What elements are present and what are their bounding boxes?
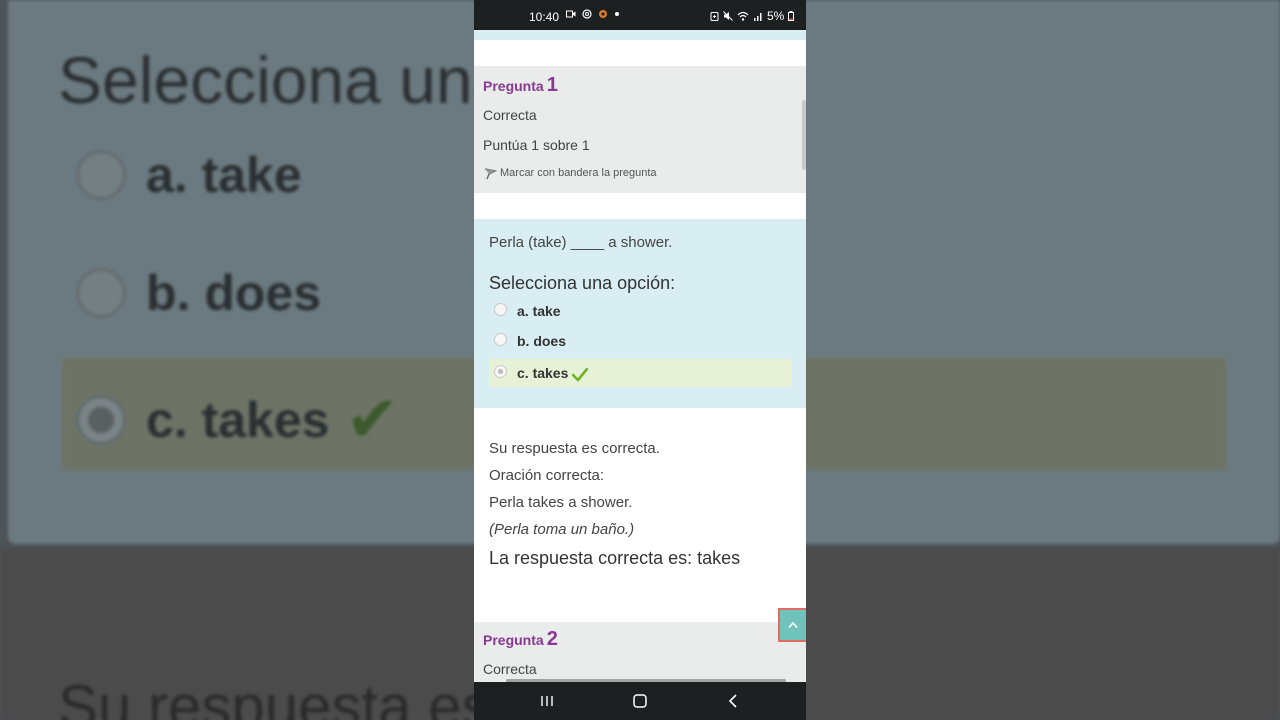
chevron-up-icon (788, 621, 798, 629)
option-label: b. does (517, 333, 567, 349)
flag-question-label: Marcar con bandera la pregunta (500, 167, 657, 179)
correct-answer: La respuesta correcta es: takes (489, 548, 741, 568)
question-status: Correcta (483, 107, 537, 123)
android-navigation-bar (474, 682, 806, 720)
background-radio-icon (76, 268, 126, 318)
battery-icon (788, 11, 795, 21)
question-1-body: Perla (take) ____ a shower. Selecciona u… (474, 219, 806, 408)
quiz-content[interactable]: Pregunta 1 Correcta Puntúa 1 sobre 1 Marc… (474, 30, 806, 682)
option-c[interactable]: c. takes (489, 359, 792, 387)
question-number: 2 (546, 628, 558, 650)
phone-screen: 10:40 5% Pregunta 1 Correcta Puntúa 1 sob… (474, 0, 806, 720)
radio-selected-icon[interactable] (494, 364, 507, 378)
back-button[interactable] (723, 692, 743, 710)
question-score: Puntúa 1 sobre 1 (483, 137, 590, 153)
status-left-icons (566, 9, 620, 19)
feedback-heading: Oración correcta: (489, 467, 605, 484)
question-status: Correcta (483, 661, 537, 677)
vertical-scrollbar[interactable] (802, 100, 806, 170)
background-radio-icon (76, 394, 126, 445)
question-text: Perla (take) ____ a shower. (489, 234, 673, 251)
dot-icon (615, 12, 619, 16)
battery-saver-icon (710, 12, 719, 21)
question-number: 1 (546, 74, 558, 96)
wifi-icon (737, 11, 749, 21)
question-2-info: Pregunta 2 Correcta (474, 622, 806, 682)
mute-icon (723, 11, 733, 21)
back-to-top-button[interactable] (778, 608, 806, 642)
feedback-translation: (Perla toma un baño.) (489, 521, 635, 538)
recent-apps-icon (541, 696, 553, 706)
question-1-heading: Pregunta 1 (483, 74, 806, 97)
background-radio-icon (76, 150, 126, 200)
background-option-a: a. take (76, 146, 302, 204)
battery-percent: 5% (767, 9, 785, 23)
check-icon (572, 367, 589, 381)
previous-section-strip (474, 30, 806, 40)
background-check-icon: ✔ (345, 383, 400, 455)
question-label: Pregunta (483, 632, 544, 648)
signal-icon (754, 13, 762, 21)
question-label: Pregunta (483, 78, 544, 94)
at-icon (582, 9, 592, 19)
feedback: Su respuesta es correcta. Oración correc… (489, 440, 789, 569)
flag-question-link[interactable]: Marcar con bandera la pregunta (483, 166, 806, 180)
option-label: c. takes (517, 365, 569, 381)
background-option-b: b. does (76, 264, 321, 322)
home-icon (633, 694, 647, 708)
option-b[interactable]: b. does (489, 327, 792, 355)
status-time: 10:40 (529, 10, 560, 24)
question-1-info: Pregunta 1 Correcta Puntúa 1 sobre 1 Marc… (474, 66, 806, 193)
feedback-result: Su respuesta es correcta. (489, 440, 660, 457)
background-option-c: c. takes ✔ (76, 382, 399, 457)
feedback-sentence: Perla takes a shower. (489, 494, 633, 511)
option-label: a. take (517, 303, 561, 319)
status-bar: 10:40 5% (474, 0, 806, 30)
video-icon (566, 10, 576, 18)
option-a[interactable]: a. take (489, 297, 792, 325)
option-prompt: Selecciona una opción: (489, 273, 676, 293)
radio-icon[interactable] (494, 302, 507, 316)
back-icon (728, 694, 737, 708)
status-right-icons: 5% (710, 9, 795, 23)
home-button[interactable] (630, 692, 650, 710)
radio-icon[interactable] (494, 332, 507, 346)
flag-icon (484, 168, 497, 180)
recent-apps-button[interactable] (537, 692, 557, 710)
question-2-heading: Pregunta 2 (483, 628, 806, 651)
app-icon (599, 10, 607, 18)
